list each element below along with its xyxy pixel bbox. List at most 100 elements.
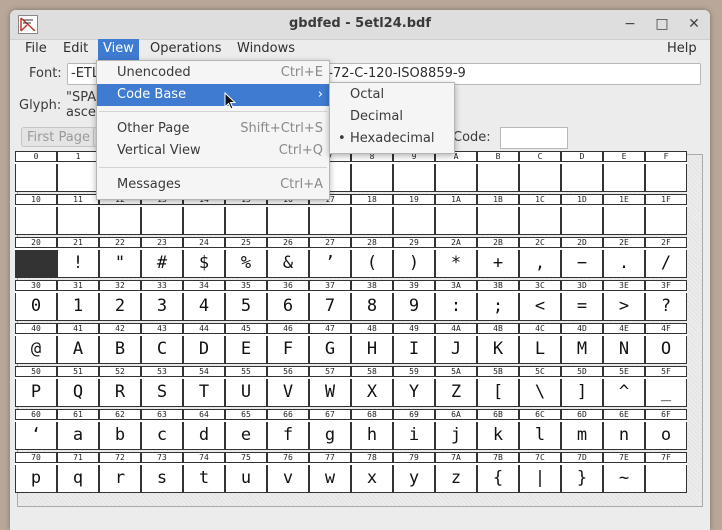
menu-operations[interactable]: Operations <box>145 39 226 60</box>
glyph-cell[interactable]: 39 9 <box>393 280 435 321</box>
glyph-cell[interactable]: 23 # <box>141 237 183 278</box>
glyph-cell[interactable]: 9 <box>393 151 435 192</box>
glyph-cell[interactable]: 16 <box>267 194 309 235</box>
glyph-cell[interactable]: 7A z <box>435 452 477 493</box>
glyph-cell[interactable]: 29) <box>393 237 435 278</box>
menu-item-code-base[interactable]: Code Base › <box>97 84 329 106</box>
glyph-cell[interactable]: 73 s <box>141 452 183 493</box>
glyph-cell[interactable]: 58 X <box>351 366 393 407</box>
glyph-cell[interactable]: 6F o <box>645 409 687 450</box>
glyph-cell[interactable]: 15 <box>225 194 267 235</box>
glyph-cell[interactable]: 48 H <box>351 323 393 364</box>
glyph-cell[interactable]: A <box>435 151 477 192</box>
glyph-cell[interactable]: 25% <box>225 237 267 278</box>
glyph-cell[interactable]: 20 <box>15 237 57 278</box>
menu-view[interactable]: View <box>98 39 139 60</box>
glyph-cell[interactable]: 5E ^ <box>603 366 645 407</box>
glyph-cell[interactable]: 72 r <box>99 452 141 493</box>
glyph-cell[interactable]: 32 2 <box>99 280 141 321</box>
glyph-cell[interactable]: 69 i <box>393 409 435 450</box>
glyph-cell[interactable]: 46 F <box>267 323 309 364</box>
glyph-cell[interactable]: 4D M <box>561 323 603 364</box>
menu-file[interactable]: File <box>20 39 52 60</box>
glyph-cell[interactable]: 5C \ <box>519 366 561 407</box>
glyph-cell[interactable]: 3A: <box>435 280 477 321</box>
glyph-cell[interactable]: 62 b <box>99 409 141 450</box>
glyph-cell[interactable]: 47 G <box>309 323 351 364</box>
close-button[interactable]: ✕ <box>684 14 704 34</box>
glyph-cell[interactable]: 37 7 <box>309 280 351 321</box>
glyph-cell[interactable]: 6C l <box>519 409 561 450</box>
code-input[interactable] <box>500 127 568 149</box>
glyph-cell[interactable]: 43 C <box>141 323 183 364</box>
glyph-cell[interactable]: 51 Q <box>57 366 99 407</box>
glyph-cell[interactable]: 27 ’ <box>309 237 351 278</box>
glyph-cell[interactable]: 53 S <box>141 366 183 407</box>
glyph-cell[interactable]: 7B { <box>477 452 519 493</box>
glyph-cell[interactable]: 26 & <box>267 237 309 278</box>
glyph-cell[interactable]: 1A <box>435 194 477 235</box>
glyph-cell[interactable]: 38 8 <box>351 280 393 321</box>
menu-item-decimal[interactable]: Decimal <box>330 106 454 128</box>
menu-edit[interactable]: Edit <box>58 39 93 60</box>
glyph-cell[interactable]: 0 <box>15 151 57 192</box>
glyph-cell[interactable]: 3F? <box>645 280 687 321</box>
glyph-cell[interactable]: 60 ‘ <box>15 409 57 450</box>
glyph-cell[interactable]: 61 a <box>57 409 99 450</box>
glyph-cell[interactable]: 42 B <box>99 323 141 364</box>
glyph-cell[interactable]: 5D] <box>561 366 603 407</box>
glyph-cell[interactable]: 34 4 <box>183 280 225 321</box>
menu-item-unencoded[interactable]: Unencoded Ctrl+E <box>97 62 329 84</box>
glyph-cell[interactable]: 70 p <box>15 452 57 493</box>
glyph-cell[interactable]: 2E. <box>603 237 645 278</box>
glyph-cell[interactable]: 7E ~ <box>603 452 645 493</box>
glyph-cell[interactable]: 28 ( <box>351 237 393 278</box>
glyph-cell[interactable]: 1D <box>561 194 603 235</box>
glyph-cell[interactable]: 77 w <box>309 452 351 493</box>
glyph-cell[interactable]: 33 3 <box>141 280 183 321</box>
menu-item-octal[interactable]: Octal <box>330 84 454 106</box>
glyph-cell[interactable]: 59 Y <box>393 366 435 407</box>
glyph-cell[interactable]: D <box>561 151 603 192</box>
glyph-cell[interactable]: 2A * <box>435 237 477 278</box>
menu-help[interactable]: Help <box>662 39 702 60</box>
glyph-cell[interactable]: B <box>477 151 519 192</box>
glyph-cell[interactable]: 12 <box>99 194 141 235</box>
glyph-cell[interactable]: 55 U <box>225 366 267 407</box>
menu-item-hexadecimal[interactable]: • Hexadecimal <box>330 128 454 150</box>
glyph-cell[interactable]: 1 <box>57 151 99 192</box>
title-bar[interactable]: gbdfed - 5etl24.bdf − □ ✕ <box>10 10 710 40</box>
glyph-cell[interactable]: 24 $ <box>183 237 225 278</box>
glyph-cell[interactable]: 57 W <box>309 366 351 407</box>
glyph-cell[interactable]: 1B <box>477 194 519 235</box>
glyph-cell[interactable]: 2B + <box>477 237 519 278</box>
glyph-cell[interactable]: 4A J <box>435 323 477 364</box>
menu-item-other-page[interactable]: Other Page Shift+Ctrl+S <box>97 118 329 140</box>
glyph-cell[interactable]: 66 f <box>267 409 309 450</box>
glyph-cell[interactable]: 65 e <box>225 409 267 450</box>
glyph-cell[interactable]: 52 R <box>99 366 141 407</box>
glyph-cell[interactable]: 54 T <box>183 366 225 407</box>
glyph-cell[interactable]: 40 @ <box>15 323 57 364</box>
glyph-cell[interactable]: 4F O <box>645 323 687 364</box>
glyph-cell[interactable]: 18 <box>351 194 393 235</box>
glyph-cell[interactable]: 1E <box>603 194 645 235</box>
glyph-cell[interactable]: 5B [ <box>477 366 519 407</box>
glyph-cell[interactable]: 79 y <box>393 452 435 493</box>
glyph-cell[interactable]: 30 0 <box>15 280 57 321</box>
glyph-cell[interactable]: 4E N <box>603 323 645 364</box>
glyph-cell[interactable]: 7D} <box>561 452 603 493</box>
glyph-cell[interactable]: 6B k <box>477 409 519 450</box>
glyph-cell[interactable]: 68 h <box>351 409 393 450</box>
glyph-cell[interactable]: 41 A <box>57 323 99 364</box>
glyph-cell[interactable]: 17 <box>309 194 351 235</box>
glyph-cell[interactable]: 6D m <box>561 409 603 450</box>
menu-item-vertical-view[interactable]: Vertical View Ctrl+Q <box>97 140 329 162</box>
glyph-cell[interactable]: F <box>645 151 687 192</box>
glyph-cell[interactable]: 31 1 <box>57 280 99 321</box>
glyph-cell[interactable]: 8 <box>351 151 393 192</box>
minimize-button[interactable]: − <box>620 14 640 34</box>
first-page-button[interactable]: First Page <box>21 127 96 147</box>
glyph-cell[interactable]: 4C L <box>519 323 561 364</box>
glyph-cell[interactable]: 44 D <box>183 323 225 364</box>
